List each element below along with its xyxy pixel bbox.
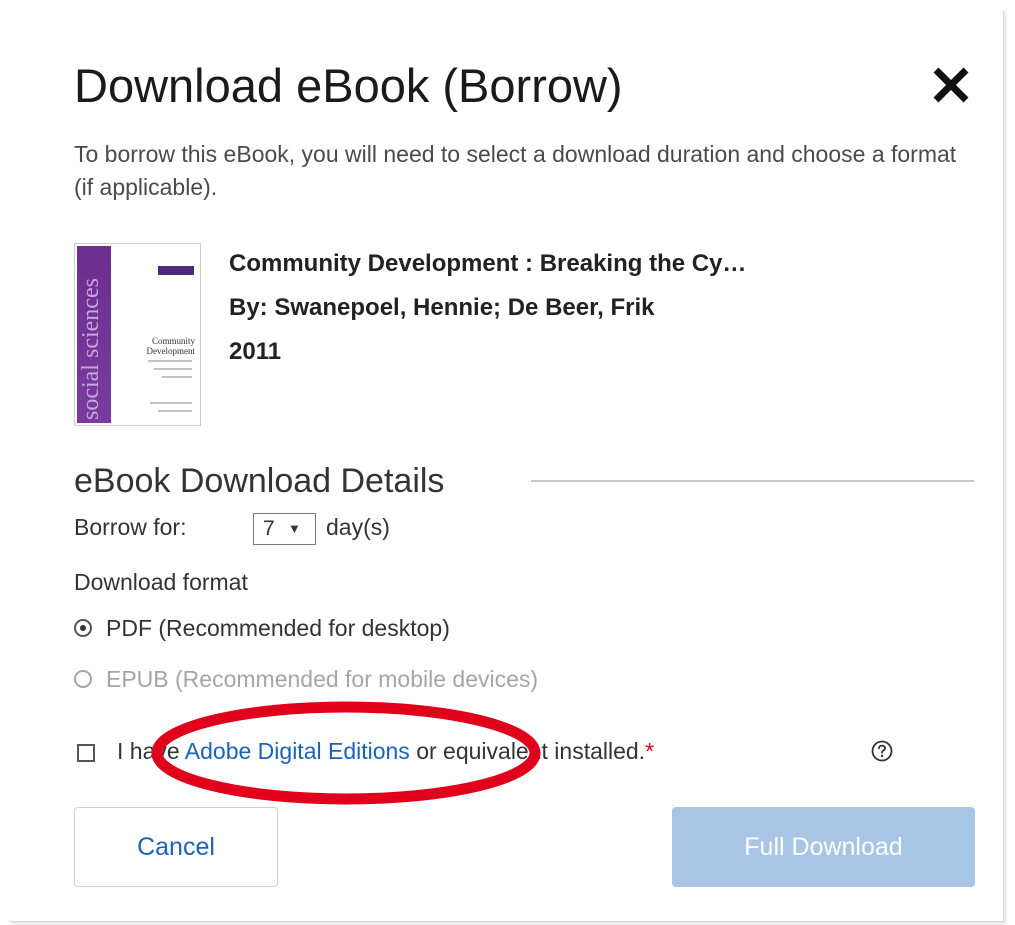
- format-option-label: EPUB (Recommended for mobile devices): [106, 665, 539, 692]
- agree-statement: I have Adobe Digital Editions or equival…: [117, 738, 654, 765]
- close-button[interactable]: [928, 62, 974, 108]
- cancel-button[interactable]: Cancel: [74, 807, 278, 887]
- radio-epub[interactable]: [74, 670, 92, 688]
- download-ebook-dialog: Download eBook (Borrow) To borrow this e…: [10, 10, 1004, 922]
- cover-line: [154, 368, 192, 370]
- cover-stripe-text: social sciences: [78, 278, 104, 420]
- borrow-duration-select[interactable]: 7 ▼: [253, 513, 316, 545]
- radio-pdf[interactable]: [74, 619, 92, 637]
- borrow-for-label: Borrow for:: [74, 514, 187, 540]
- adobe-digital-editions-link[interactable]: Adobe Digital Editions: [185, 738, 410, 764]
- agree-prefix: I have: [117, 738, 185, 764]
- section-divider: [531, 480, 974, 482]
- cover-publisher-badge: [158, 266, 194, 275]
- book-title[interactable]: Community Development : Breaking the Cy…: [229, 250, 746, 278]
- cover-line: [150, 402, 192, 404]
- cover-title: Community Development: [146, 336, 196, 357]
- required-mark: *: [645, 738, 655, 764]
- days-label: day(s): [326, 514, 390, 540]
- cover-line: [162, 376, 192, 378]
- close-icon: [933, 67, 969, 103]
- chevron-down-icon: ▼: [288, 521, 301, 536]
- book-cover: social sciences Community Development: [74, 243, 201, 426]
- download-format-label: Download format: [74, 569, 248, 595]
- help-icon[interactable]: [870, 739, 894, 763]
- book-authors: By: Swanepoel, Hennie; De Beer, Frik: [229, 294, 655, 321]
- dialog-intro: To borrow this eBook, you will need to s…: [74, 141, 957, 200]
- agree-checkbox[interactable]: [77, 744, 95, 762]
- cover-line: [158, 410, 192, 412]
- page: Download eBook (Borrow) To borrow this e…: [0, 0, 1015, 925]
- format-option-label: PDF (Recommended for desktop): [106, 614, 450, 641]
- dialog-title: Download eBook (Borrow): [74, 59, 623, 112]
- borrow-duration-value: 7: [263, 517, 275, 540]
- format-option-pdf[interactable]: PDF (Recommended for desktop): [74, 612, 450, 644]
- book-year: 2011: [229, 338, 282, 365]
- full-download-button[interactable]: Full Download: [672, 807, 975, 887]
- cover-line: [148, 360, 192, 362]
- format-option-epub[interactable]: EPUB (Recommended for mobile devices): [74, 663, 538, 695]
- agree-suffix: or equivalent installed.: [409, 738, 646, 764]
- section-title: eBook Download Details: [74, 462, 445, 500]
